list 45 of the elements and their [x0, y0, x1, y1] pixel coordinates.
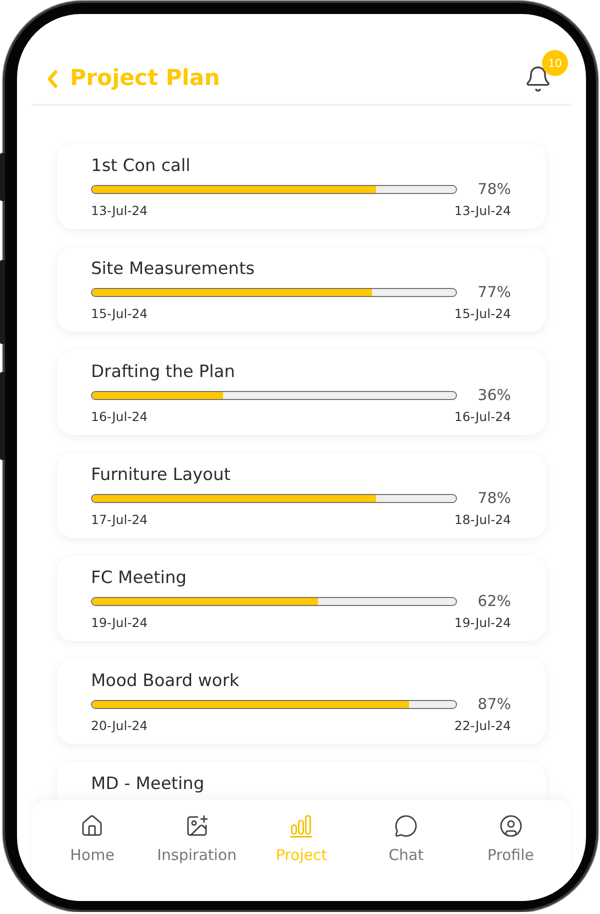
notification-badge: 10 — [542, 50, 568, 76]
progress-percent: 78% — [478, 180, 511, 198]
start-date: 13-Jul-24 — [91, 203, 148, 219]
start-date: 17-Jul-24 — [91, 512, 148, 528]
phone-side-key — [0, 153, 5, 201]
end-date: 22-Jul-24 — [454, 718, 511, 734]
nav-tab[interactable]: Chat — [388, 814, 424, 864]
progress-percent: 78% — [478, 489, 511, 507]
task-title: Site Measurements — [91, 259, 256, 279]
task-title: 1st Con call — [91, 156, 192, 176]
progress-percent: 87% — [478, 695, 511, 713]
task-title: Furniture Layout — [91, 465, 232, 485]
end-date: 18-Jul-24 — [454, 512, 511, 528]
task-title: Mood Board work — [91, 671, 240, 691]
nav-tab[interactable]: Home — [70, 814, 114, 864]
end-date: 13-Jul-24 — [454, 203, 511, 219]
chat-bubble-icon — [394, 814, 418, 838]
home-icon — [80, 814, 104, 838]
nav-tab[interactable]: Inspiration — [157, 814, 237, 864]
end-date: 15-Jul-24 — [454, 306, 511, 322]
start-date: 20-Jul-24 — [91, 718, 148, 734]
task-card[interactable]: Furniture Layout 78% 17-Jul-24 18-Jul-24 — [57, 453, 546, 538]
start-date: 15-Jul-24 — [91, 306, 148, 322]
task-title: FC Meeting — [91, 568, 188, 588]
start-date: 19-Jul-24 — [91, 615, 148, 631]
task-title: Drafting the Plan — [91, 362, 236, 382]
user-circle-icon — [498, 814, 523, 838]
task-card[interactable]: 1st Con call 78% 13-Jul-24 13-Jul-24 — [57, 144, 546, 229]
image-plus-icon — [184, 814, 209, 838]
progress-percent: 62% — [478, 592, 511, 610]
task-card[interactable]: FC Meeting 62% 19-Jul-24 19-Jul-24 — [57, 556, 546, 641]
task-card[interactable]: Site Measurements 77% 15-Jul-24 15-Jul-24 — [57, 247, 546, 332]
task-title: MD - Meeting — [91, 774, 206, 794]
start-date: 16-Jul-24 — [91, 409, 148, 425]
task-card[interactable]: Mood Board work 87% 20-Jul-24 22-Jul-24 — [57, 659, 546, 744]
progress-percent: 77% — [478, 283, 511, 301]
end-date: 19-Jul-24 — [454, 615, 511, 631]
progress-percent: 36% — [478, 386, 511, 404]
task-card[interactable]: MD - Meeting — [57, 762, 546, 800]
bar-chart-icon — [289, 814, 314, 838]
chevron-left-icon — [47, 70, 58, 88]
end-date: 16-Jul-24 — [454, 409, 511, 425]
nav-tab[interactable]: Profile — [487, 814, 534, 864]
task-card[interactable]: Drafting the Plan 36% 16-Jul-24 16-Jul-24 — [57, 350, 546, 435]
page-title: Project Plan — [70, 65, 220, 93]
